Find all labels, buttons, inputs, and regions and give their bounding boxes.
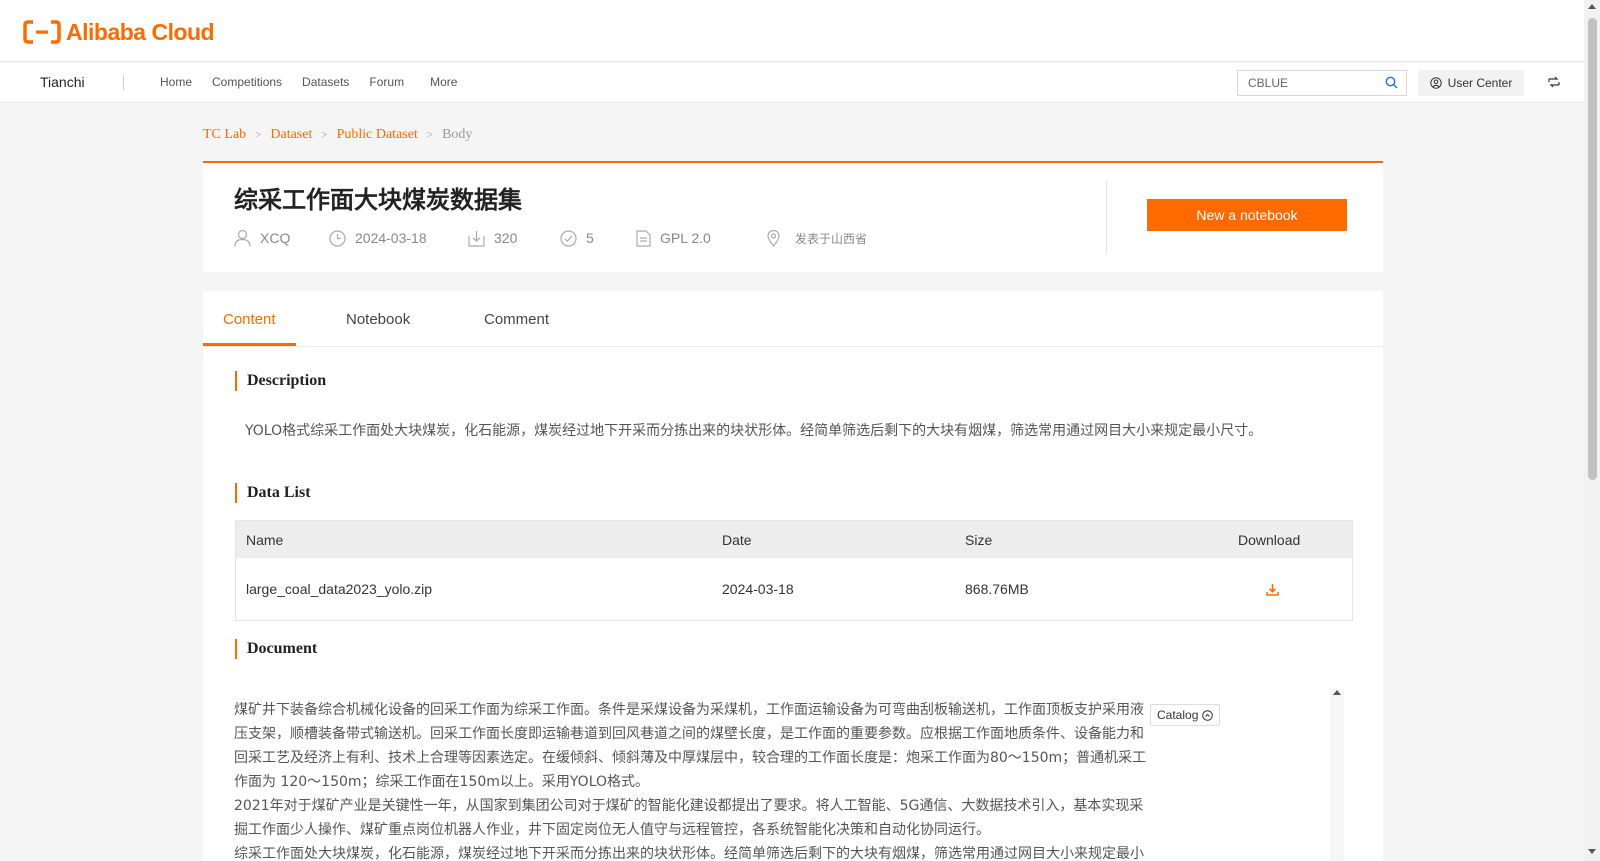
breadcrumb-current: Body bbox=[442, 127, 473, 142]
user-center-button[interactable]: User Center bbox=[1418, 70, 1524, 96]
page-scrollbar[interactable] bbox=[1584, 0, 1600, 861]
search-input[interactable] bbox=[1238, 71, 1368, 95]
nav-brand-tianchi[interactable]: Tianchi bbox=[40, 74, 85, 90]
content-tabs: Content Notebook Comment bbox=[203, 291, 1383, 347]
search-icon[interactable] bbox=[1385, 76, 1398, 89]
active-tab-indicator bbox=[203, 343, 296, 346]
top-brand-bar: Alibaba Cloud bbox=[0, 0, 1584, 62]
alibaba-cloud-logo-icon bbox=[23, 20, 61, 44]
nav-menu: Home Competitions Datasets Forum More bbox=[160, 75, 477, 89]
user-center-label: User Center bbox=[1447, 76, 1513, 90]
document-body: 煤矿井下装备综合机械化设备的回采工作面为综采工作面。条件是采煤设备为采煤机，工作… bbox=[234, 698, 1154, 861]
nav-divider bbox=[123, 75, 124, 90]
document-line: 综采工作面处大块煤炭，化石能源，煤炭经过地下开采而分拣出来的块状形体。经简单筛选… bbox=[234, 846, 1144, 861]
chevron-right-icon: > bbox=[321, 129, 328, 141]
user-circle-icon bbox=[1429, 77, 1442, 89]
column-header-download: Download bbox=[1238, 531, 1301, 548]
document-icon bbox=[636, 229, 651, 247]
clock-icon bbox=[329, 229, 346, 247]
meta-license: GPL 2.0 bbox=[636, 229, 767, 247]
license: GPL 2.0 bbox=[660, 230, 711, 246]
data-list-heading: Data List bbox=[235, 483, 311, 503]
scroll-down-arrow-icon[interactable] bbox=[1588, 849, 1596, 854]
meta-date: 2024-03-18 bbox=[329, 229, 468, 247]
meta-downloads: 320 bbox=[468, 230, 560, 247]
header-divider bbox=[1106, 180, 1107, 254]
dataset-header-card: 综采工作面大块煤炭数据集 XCQ 2024-03-18 320 5 GPL 2.… bbox=[203, 161, 1383, 272]
column-header-name: Name bbox=[246, 531, 284, 548]
breadcrumb-public-dataset[interactable]: Public Dataset bbox=[337, 127, 418, 143]
chevron-circle-icon bbox=[1202, 709, 1214, 721]
content-card: Content Notebook Comment Description YOL… bbox=[203, 291, 1383, 861]
breadcrumb-dataset[interactable]: Dataset bbox=[270, 127, 312, 143]
download-count-icon bbox=[468, 230, 485, 247]
tab-content[interactable]: Content bbox=[223, 311, 276, 328]
logo-text: Alibaba Cloud bbox=[66, 18, 215, 45]
document-line: 回采工艺及经济上有利、技术上合理等因素选定。在缓倾斜、倾斜薄及中厚煤层中，较合理… bbox=[234, 750, 1147, 766]
document-scrollbar[interactable] bbox=[1330, 688, 1344, 861]
publish-date: 2024-03-18 bbox=[355, 230, 427, 246]
catalog-toggle-button[interactable]: Catalog bbox=[1150, 704, 1221, 726]
nav-item-more[interactable]: More bbox=[430, 75, 457, 89]
nav-item-competitions[interactable]: Competitions bbox=[212, 75, 282, 89]
file-name: large_coal_data2023_yolo.zip bbox=[246, 581, 433, 597]
nav-item-home[interactable]: Home bbox=[160, 75, 192, 89]
scroll-up-arrow-icon[interactable] bbox=[1588, 4, 1596, 9]
nav-item-datasets[interactable]: Datasets bbox=[302, 75, 349, 89]
scrollbar-thumb[interactable] bbox=[1588, 18, 1597, 480]
document-line: 掘工作面少人操作、煤矿重点岗位机器人作业，井下固定岗位无人值守与远程管控，各系统… bbox=[234, 822, 990, 838]
table-row: large_coal_data2023_yolo.zip 2024-03-18 … bbox=[236, 558, 1352, 620]
file-size: 868.76MB bbox=[965, 581, 1029, 597]
location-pin-icon bbox=[767, 229, 780, 247]
document-line: 压支架，顺槽装备带式输送机。回采工作面长度即运输巷道到回风巷道之间的煤壁长度，是… bbox=[234, 726, 1144, 742]
description-text: YOLO格式综采工作面处大块煤炭，化石能源，煤炭经过地下开采而分拣出来的块状形体… bbox=[245, 423, 1263, 439]
download-icon bbox=[1266, 583, 1279, 596]
like-icon bbox=[560, 229, 577, 247]
breadcrumb-tc-lab[interactable]: TC Lab bbox=[203, 127, 246, 143]
meta-location: 发表于山西省 bbox=[767, 229, 868, 247]
chevron-right-icon: > bbox=[255, 129, 262, 141]
scroll-up-arrow-icon[interactable] bbox=[1333, 690, 1341, 695]
download-count: 320 bbox=[494, 230, 518, 246]
file-date: 2024-03-18 bbox=[722, 581, 794, 597]
nav-item-forum[interactable]: Forum bbox=[369, 75, 404, 89]
breadcrumb: TC Lab > Dataset > Public Dataset > Body bbox=[203, 127, 472, 143]
user-icon bbox=[234, 229, 251, 247]
description-heading: Description bbox=[235, 371, 326, 391]
table-header: Name Date Size Download bbox=[236, 521, 1352, 558]
document-heading: Document bbox=[235, 639, 317, 659]
dataset-meta: XCQ 2024-03-18 320 5 GPL 2.0 发表于山西省 bbox=[234, 229, 867, 247]
column-header-size: Size bbox=[965, 531, 993, 548]
data-list-table: Name Date Size Download large_coal_data2… bbox=[235, 520, 1353, 621]
meta-likes: 5 bbox=[560, 229, 636, 247]
like-count: 5 bbox=[586, 230, 594, 246]
chevron-right-icon: > bbox=[426, 129, 434, 141]
catalog-label: Catalog bbox=[1157, 708, 1199, 722]
document-line: 作面为 120～150m；综采工作面在150m以上。采用YOLO格式。 bbox=[234, 774, 650, 790]
alibaba-cloud-logo[interactable]: Alibaba Cloud bbox=[23, 17, 215, 47]
document-line: 煤矿井下装备综合机械化设备的回采工作面为综采工作面。条件是采煤设备为采煤机，工作… bbox=[234, 702, 1144, 718]
location-text: 发表于山西省 bbox=[795, 231, 868, 246]
language-switch-icon[interactable] bbox=[1548, 76, 1560, 88]
document-line: 2021年对于煤矿产业是关键性一年，从国家到集团公司对于煤矿的智能化建设都提出了… bbox=[234, 798, 1144, 814]
column-header-date: Date bbox=[722, 531, 752, 548]
meta-author: XCQ bbox=[234, 229, 329, 247]
author-name[interactable]: XCQ bbox=[260, 230, 290, 246]
new-notebook-button[interactable]: New a notebook bbox=[1147, 199, 1347, 231]
tab-notebook[interactable]: Notebook bbox=[346, 311, 410, 328]
tab-comment[interactable]: Comment bbox=[484, 311, 549, 328]
download-button[interactable] bbox=[1266, 558, 1279, 620]
search-box bbox=[1237, 70, 1407, 96]
page-title: 综采工作面大块煤炭数据集 bbox=[234, 186, 522, 214]
nav-bar: Tianchi Home Competitions Datasets Forum… bbox=[0, 63, 1584, 103]
